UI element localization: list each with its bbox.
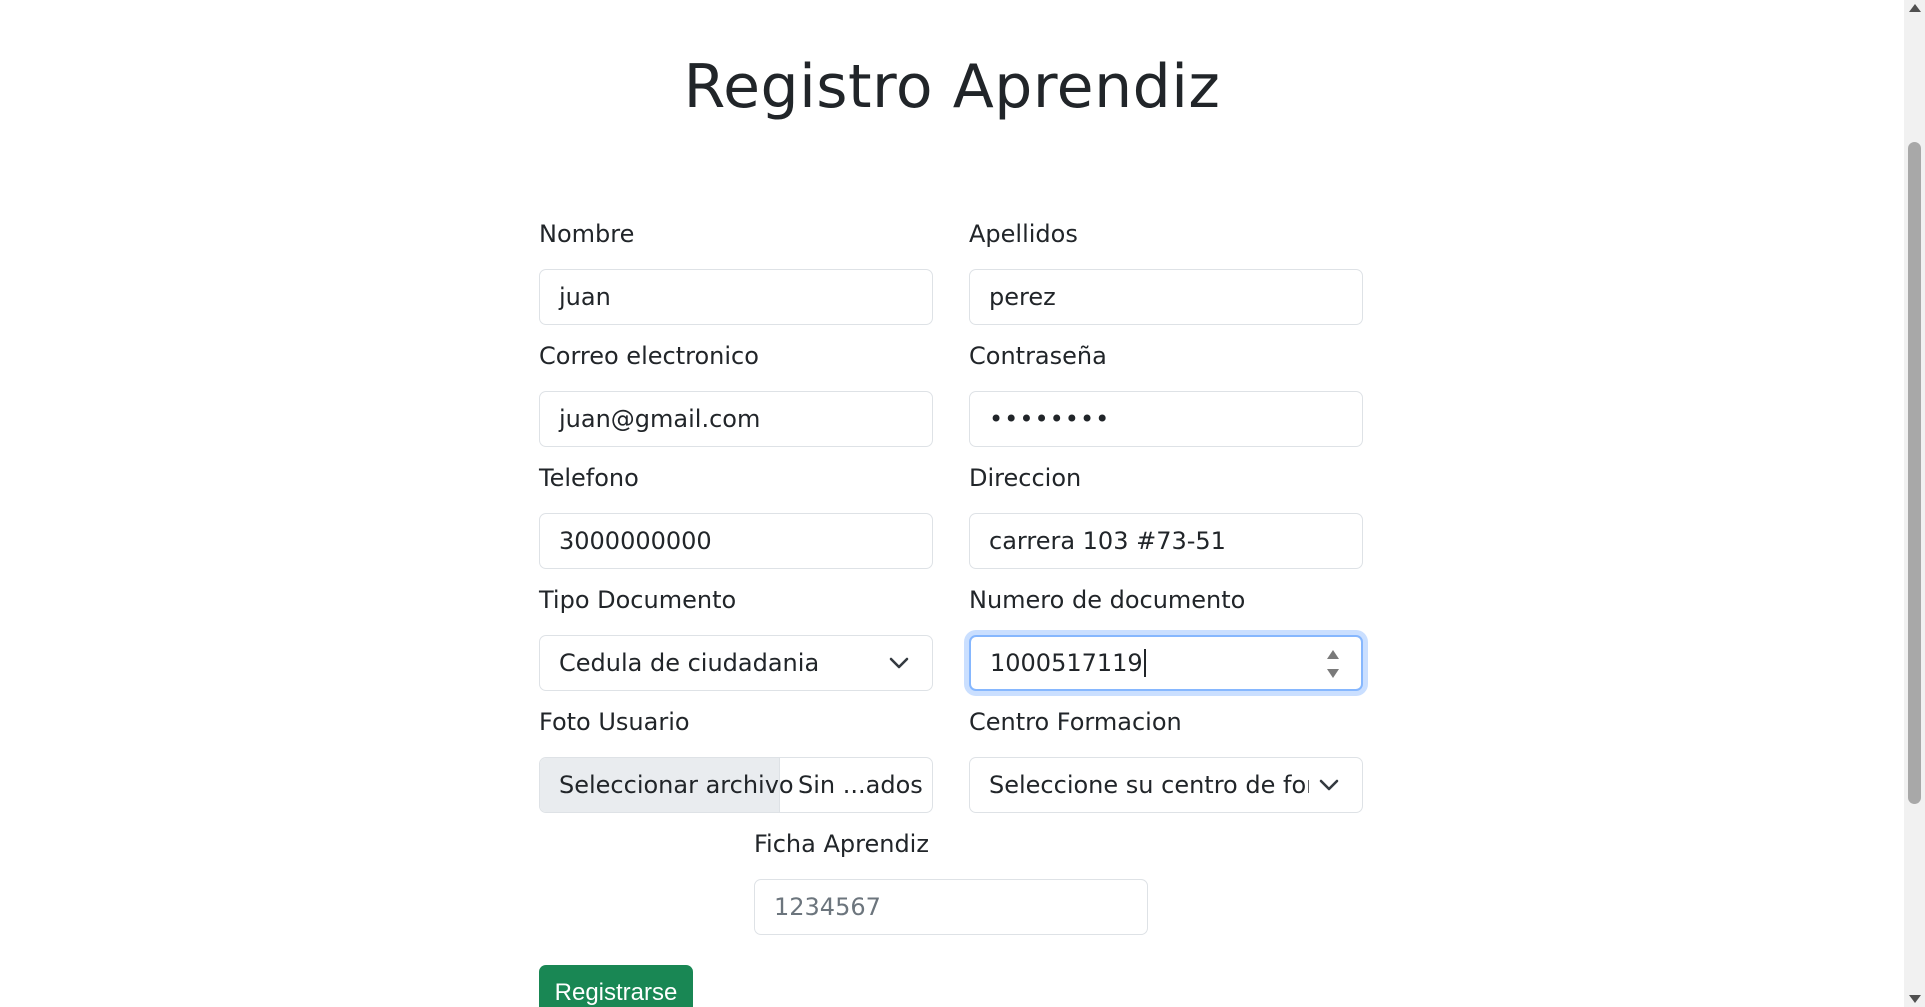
file-name: Sin ...ados — [798, 771, 923, 799]
register-button[interactable]: Registrarse — [539, 965, 693, 1007]
text-cursor — [1143, 649, 1146, 677]
ficha-input[interactable]: 1234567 — [754, 879, 1148, 935]
direccion-value: carrera 103 #73-51 — [989, 527, 1226, 555]
foto-usuario-label: Foto Usuario — [539, 708, 690, 736]
telefono-input[interactable]: 3000000000 — [539, 513, 933, 569]
centro-formacion-select[interactable]: Seleccione su centro de forma — [969, 757, 1363, 813]
direccion-label: Direccion — [969, 464, 1082, 492]
ficha-label: Ficha Aprendiz — [754, 830, 929, 858]
numero-documento-label: Numero de documento — [969, 586, 1246, 614]
tipo-documento-select[interactable]: Cedula de ciudadania — [539, 635, 933, 691]
contrasena-label: Contraseña — [969, 342, 1107, 370]
spinner-icon[interactable] — [1325, 647, 1341, 681]
chevron-down-icon — [889, 657, 909, 669]
scroll-thumb[interactable] — [1908, 142, 1921, 804]
telefono-label: Telefono — [539, 464, 639, 492]
numero-documento-value: 1000517119 — [990, 649, 1143, 677]
email-field[interactable]: juan@gmail.com — [539, 391, 933, 447]
page-title: Registro Aprendiz — [683, 52, 1221, 122]
scrollbar[interactable] — [1904, 0, 1925, 1007]
scroll-up-icon[interactable] — [1909, 4, 1921, 12]
correo-label: Correo electronico — [539, 342, 759, 370]
tipo-documento-label: Tipo Documento — [539, 586, 737, 614]
scroll-down-icon[interactable] — [1909, 995, 1921, 1003]
telefono-value: 3000000000 — [559, 527, 712, 555]
password-value: •••••••• — [989, 405, 1111, 433]
page: Registro Aprendiz Nombre juan Apellidos … — [0, 0, 1904, 1007]
ficha-placeholder: 1234567 — [774, 893, 881, 921]
apellidos-input[interactable]: perez — [969, 269, 1363, 325]
nombre-value: juan — [559, 283, 611, 311]
chevron-down-icon — [1319, 779, 1339, 791]
foto-usuario-file-input[interactable]: Seleccionar archivo Sin ...ados — [539, 757, 933, 813]
password-field[interactable]: •••••••• — [969, 391, 1363, 447]
select-file-label: Seleccionar archivo — [559, 771, 794, 799]
tipo-documento-selected: Cedula de ciudadania — [559, 649, 820, 677]
apellidos-value: perez — [989, 283, 1056, 311]
select-file-button[interactable]: Seleccionar archivo — [540, 758, 794, 812]
numero-documento-input[interactable]: 1000517119 — [969, 635, 1363, 691]
centro-formacion-selected: Seleccione su centro de forma — [989, 771, 1309, 799]
centro-formacion-label: Centro Formacion — [969, 708, 1182, 736]
apellidos-label: Apellidos — [969, 220, 1078, 248]
nombre-input[interactable]: juan — [539, 269, 933, 325]
direccion-input[interactable]: carrera 103 #73-51 — [969, 513, 1363, 569]
email-value: juan@gmail.com — [559, 405, 761, 433]
nombre-label: Nombre — [539, 220, 635, 248]
